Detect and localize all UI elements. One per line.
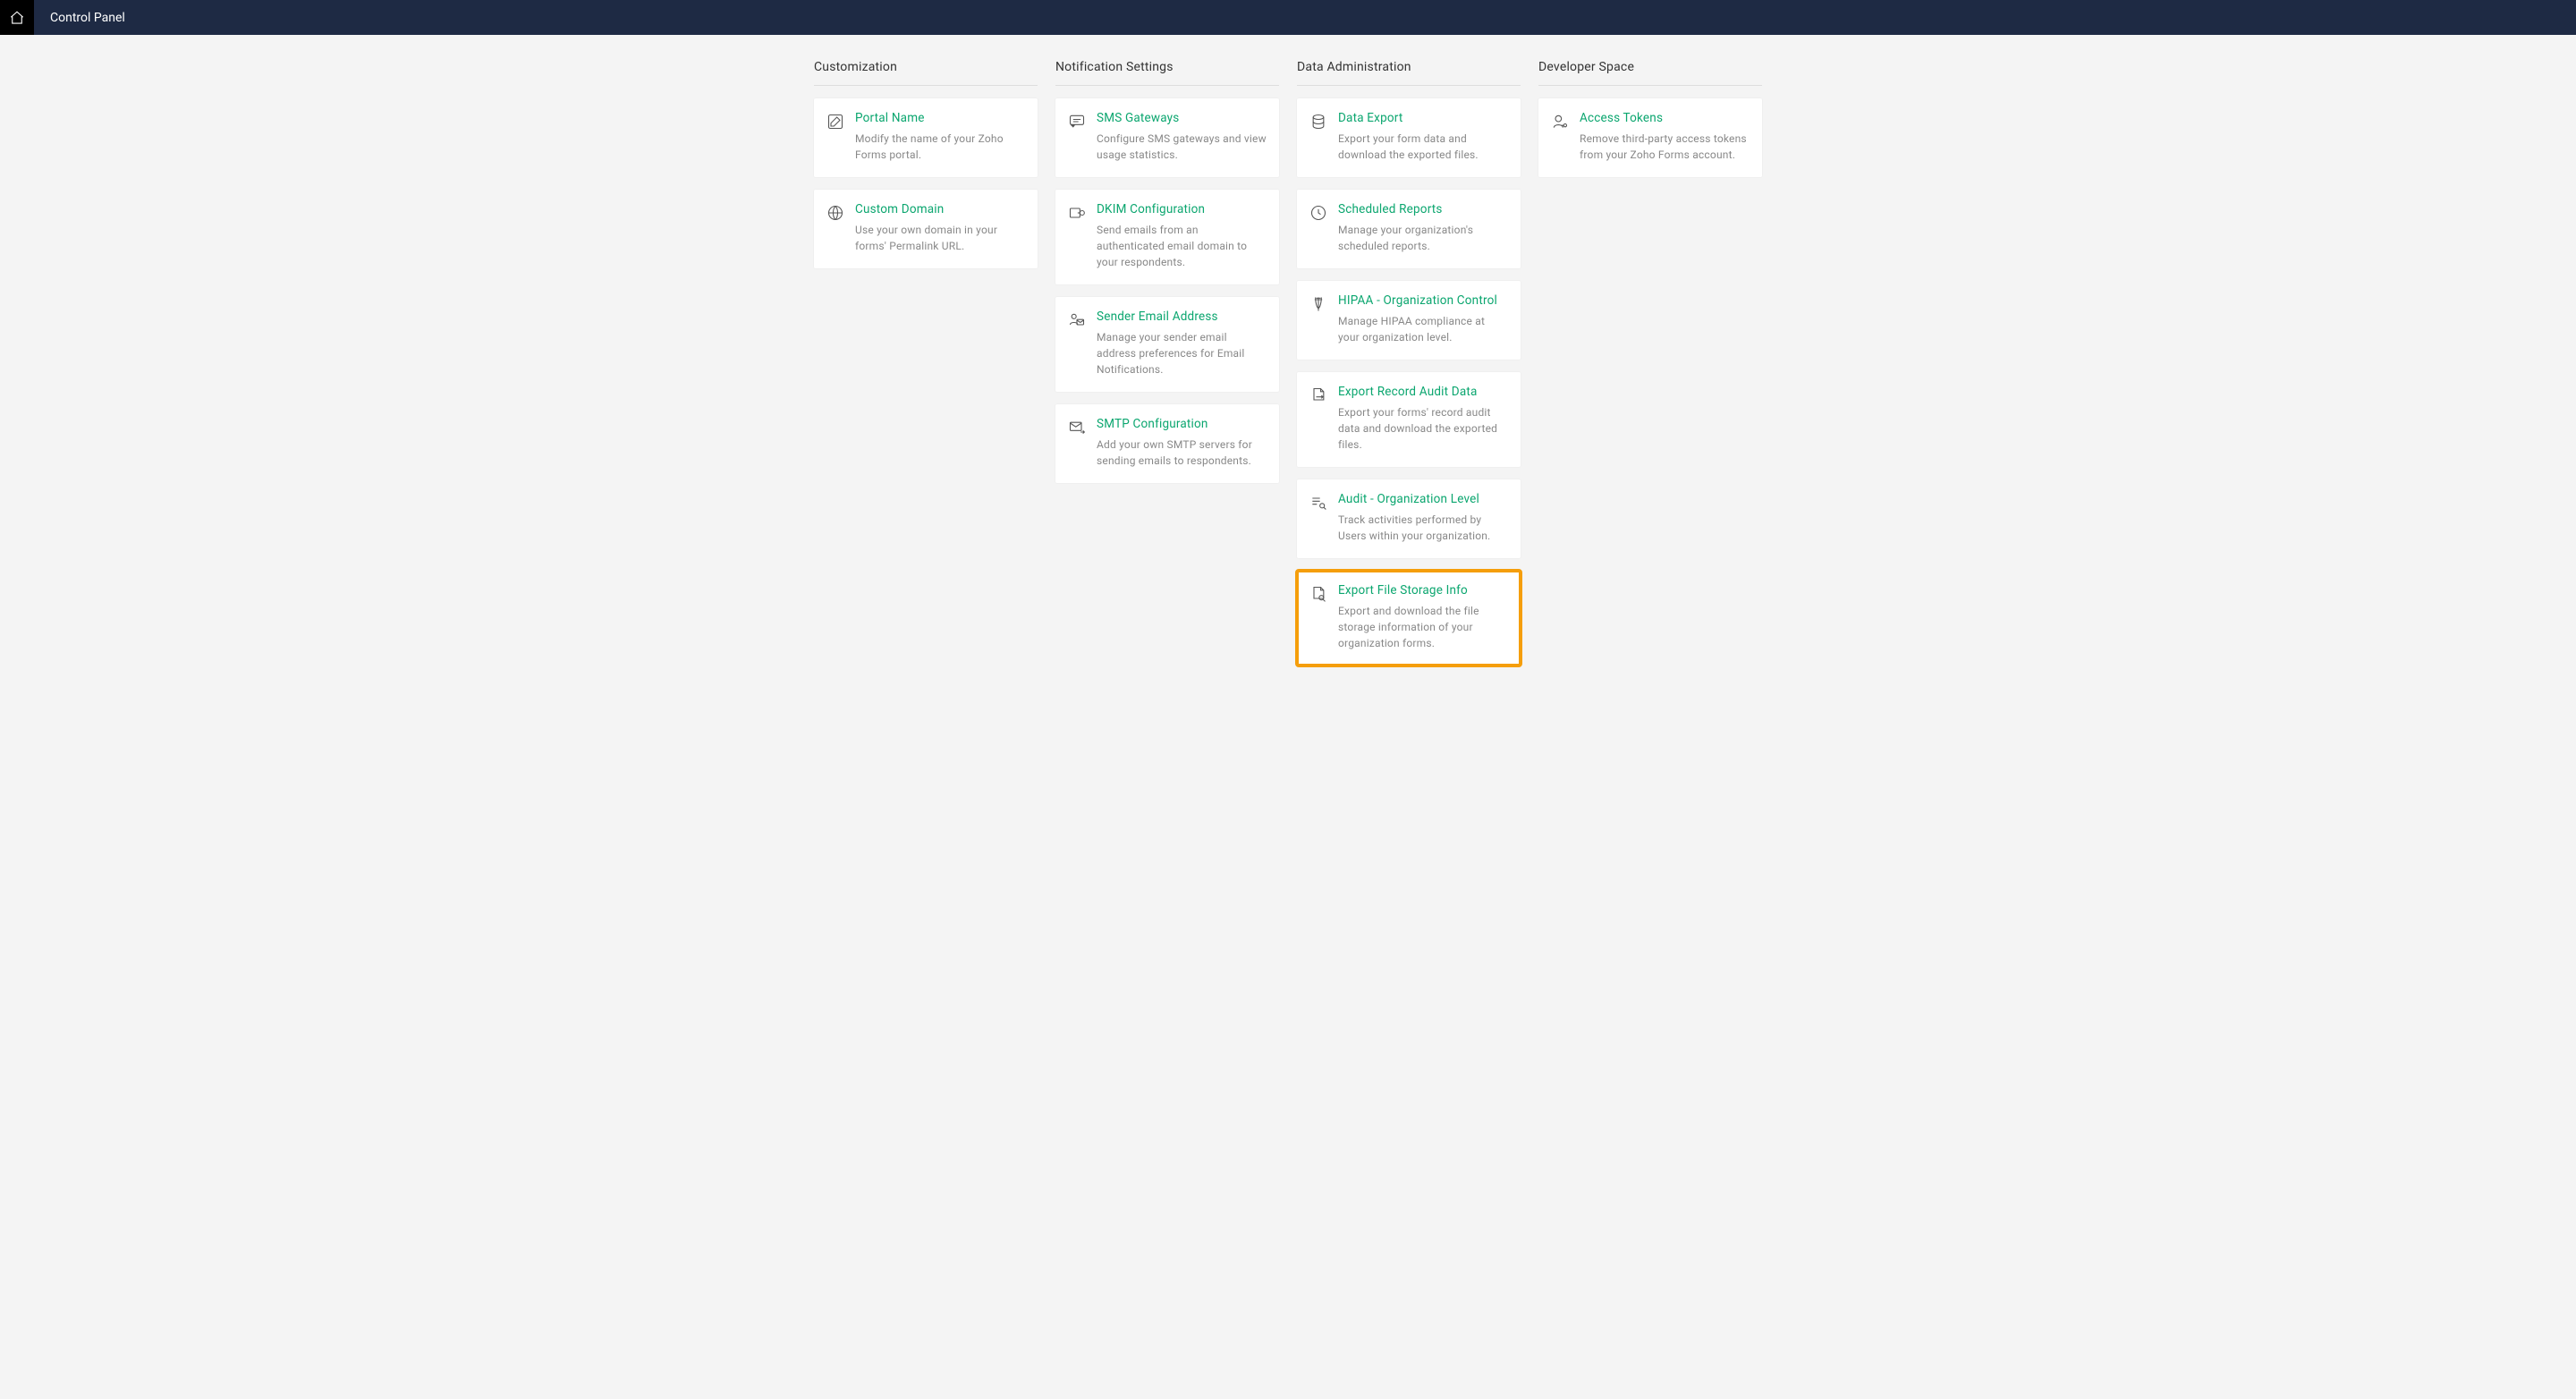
card-desc: Export and download the file storage inf… — [1338, 603, 1508, 651]
card-custom-domain[interactable]: Custom Domain Use your own domain in you… — [814, 190, 1038, 268]
card-hipaa-organization-control[interactable]: HIPAA - Organization Control Manage HIPA… — [1297, 281, 1521, 360]
card-desc: Send emails from an authenticated email … — [1097, 222, 1267, 270]
card-desc: Export your forms' record audit data and… — [1338, 404, 1508, 453]
card-title: Custom Domain — [855, 202, 1025, 216]
card-desc: Manage HIPAA compliance at your organiza… — [1338, 313, 1508, 345]
card-title: SMS Gateways — [1097, 111, 1267, 125]
card-dkim-configuration[interactable]: DKIM Configuration Send emails from an a… — [1055, 190, 1279, 284]
card-smtp-configuration[interactable]: SMTP Configuration Add your own SMTP ser… — [1055, 404, 1279, 483]
mail-out-icon — [1068, 419, 1086, 437]
card-access-tokens[interactable]: Access Tokens Remove third-party access … — [1538, 98, 1762, 177]
main-content: Customization Portal Name Modify the nam… — [0, 35, 2576, 714]
card-scheduled-reports[interactable]: Scheduled Reports Manage your organizati… — [1297, 190, 1521, 268]
column-heading: Developer Space — [1538, 60, 1762, 86]
key-icon — [1068, 204, 1086, 222]
medical-icon — [1309, 295, 1327, 313]
card-desc: Use your own domain in your forms' Perma… — [855, 222, 1025, 254]
card-desc: Modify the name of your Zoho Forms porta… — [855, 131, 1025, 163]
card-desc: Configure SMS gateways and view usage st… — [1097, 131, 1267, 163]
column-developer-space: Developer Space Access Tokens Remove thi… — [1538, 60, 1762, 678]
card-title: HIPAA - Organization Control — [1338, 293, 1508, 308]
card-title: DKIM Configuration — [1097, 202, 1267, 216]
card-portal-name[interactable]: Portal Name Modify the name of your Zoho… — [814, 98, 1038, 177]
column-data-administration: Data Administration Data Export Export y… — [1297, 60, 1521, 678]
doc-search-icon — [1309, 585, 1327, 603]
db-icon — [1309, 113, 1327, 131]
column-notification-settings: Notification Settings SMS Gateways Confi… — [1055, 60, 1279, 678]
columns-grid: Customization Portal Name Modify the nam… — [814, 60, 1762, 678]
card-title: Access Tokens — [1580, 111, 1750, 125]
card-sms-gateways[interactable]: SMS Gateways Configure SMS gateways and … — [1055, 98, 1279, 177]
card-desc: Track activities performed by Users with… — [1338, 512, 1508, 544]
column-heading: Customization — [814, 60, 1038, 86]
card-sender-email-address[interactable]: Sender Email Address Manage your sender … — [1055, 297, 1279, 392]
page-title: Control Panel — [50, 11, 125, 25]
topbar: Control Panel — [0, 0, 2576, 35]
card-title: Data Export — [1338, 111, 1508, 125]
card-title: Export File Storage Info — [1338, 583, 1508, 598]
card-title: Portal Name — [855, 111, 1025, 125]
card-desc: Export your form data and download the e… — [1338, 131, 1508, 163]
sms-icon — [1068, 113, 1086, 131]
card-desc: Add your own SMTP servers for sending em… — [1097, 437, 1267, 469]
doc-arrow-icon — [1309, 386, 1327, 404]
domain-icon — [826, 204, 844, 222]
card-export-file-storage-info[interactable]: Export File Storage Info Export and down… — [1297, 571, 1521, 666]
edit-icon — [826, 113, 844, 131]
card-desc: Remove third-party access tokens from yo… — [1580, 131, 1750, 163]
user-mail-icon — [1068, 311, 1086, 329]
card-desc: Manage your sender email address prefere… — [1097, 329, 1267, 377]
card-audit-organization-level[interactable]: Audit - Organization Level Track activit… — [1297, 479, 1521, 558]
home-icon — [9, 10, 25, 26]
list-search-icon — [1309, 494, 1327, 512]
card-title: SMTP Configuration — [1097, 417, 1267, 431]
user-key-icon — [1551, 113, 1569, 131]
card-desc: Manage your organization's scheduled rep… — [1338, 222, 1508, 254]
column-customization: Customization Portal Name Modify the nam… — [814, 60, 1038, 678]
home-button[interactable] — [0, 0, 34, 35]
column-heading: Notification Settings — [1055, 60, 1279, 86]
column-heading: Data Administration — [1297, 60, 1521, 86]
card-title: Export Record Audit Data — [1338, 385, 1508, 399]
clock-icon — [1309, 204, 1327, 222]
card-title: Audit - Organization Level — [1338, 492, 1508, 506]
card-title: Sender Email Address — [1097, 309, 1267, 324]
card-export-record-audit-data[interactable]: Export Record Audit Data Export your for… — [1297, 372, 1521, 467]
card-title: Scheduled Reports — [1338, 202, 1508, 216]
card-data-export[interactable]: Data Export Export your form data and do… — [1297, 98, 1521, 177]
